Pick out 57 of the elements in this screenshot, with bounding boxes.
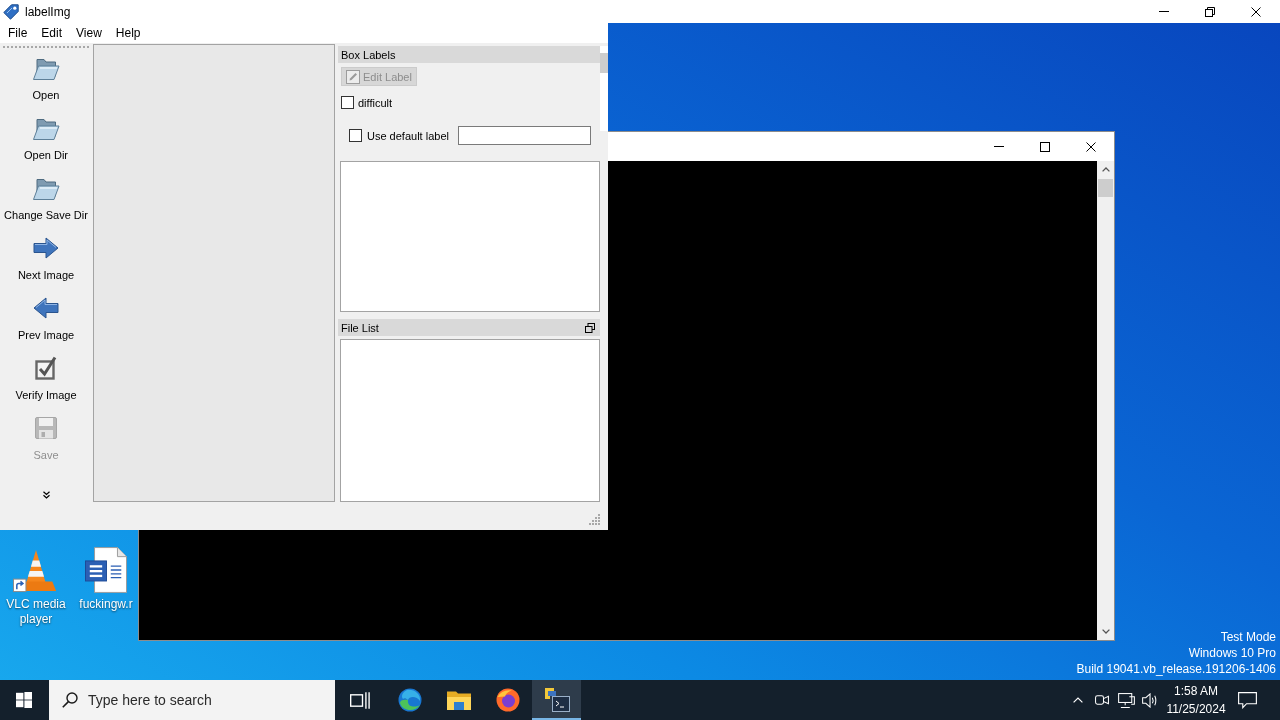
toolbar-button[interactable]: Prev Image [0,290,92,350]
tag-icon [3,3,19,20]
scrollbar-thumb[interactable] [1098,179,1113,197]
arrow-right-icon [33,237,59,259]
task-view-icon [350,691,370,709]
dock-title: Box Labels [341,47,396,62]
menu-item[interactable]: Edit [34,23,70,43]
double-chevron-down-icon[interactable] [42,491,50,499]
toolbar-button[interactable]: Open Dir [0,110,92,170]
scroll-down-icon[interactable] [1101,629,1110,634]
toolbar-button[interactable]: Open [0,50,92,110]
system-notice-text: Test Mode [1220,629,1276,645]
checkbox-icon [35,356,57,380]
dock-title: File List [341,320,379,335]
scrollbar-thumb[interactable] [600,53,608,73]
checkbox[interactable] [349,129,362,142]
toolbar-button[interactable]: Next Image [0,230,92,290]
scrollbar[interactable] [600,46,608,131]
restore-icon [1205,6,1215,17]
minimize-icon [994,146,1004,147]
window-title: labelImg [25,4,71,19]
arrow-left-icon [33,297,59,319]
checkbox-label: Use default label [367,129,449,142]
toolbar-button[interactable]: Change Save Dir [0,170,92,230]
minimize-icon [1159,11,1169,12]
checkbox[interactable] [341,96,354,109]
program-window-icon [543,687,570,713]
clock[interactable]: 1:58 AM 11/25/2024 [1162,680,1230,720]
flame-globe-icon [495,688,520,712]
scroll-up-icon[interactable] [1101,167,1110,172]
toolbar-button[interactable]: Verify Image [0,350,92,410]
text-field[interactable] [458,126,591,145]
notification-icon[interactable] [1237,691,1257,709]
swirl-icon [397,688,422,712]
search-field[interactable]: Type here to search [49,680,335,720]
chevron-up-icon[interactable] [1073,697,1083,703]
scrollbar[interactable] [1097,161,1114,640]
camera-icon[interactable] [1095,692,1109,708]
close-icon [1251,6,1261,17]
windows-logo-icon [16,692,32,708]
speaker-icon[interactable] [1141,692,1159,708]
menu-item[interactable]: File [1,23,35,43]
restore-icon[interactable] [585,322,595,333]
menu-item[interactable]: View [69,23,109,43]
checkbox-label: difficult [358,96,393,109]
close-icon [1086,141,1096,152]
system-notice-text: Windows 10 Pro [1188,645,1276,661]
pencil-icon [346,69,360,84]
maximize-icon [1040,141,1050,152]
menu-item[interactable]: Help [108,23,148,43]
document-icon [85,547,127,593]
system-notice-text: Build 19041.vb_release.191206-1406 [1076,661,1276,677]
size-grip-icon[interactable] [589,514,600,525]
network-icon[interactable] [1117,692,1135,708]
search-icon [62,692,78,708]
taskbar-app-button[interactable] [532,680,581,720]
folder-icon [446,690,471,710]
